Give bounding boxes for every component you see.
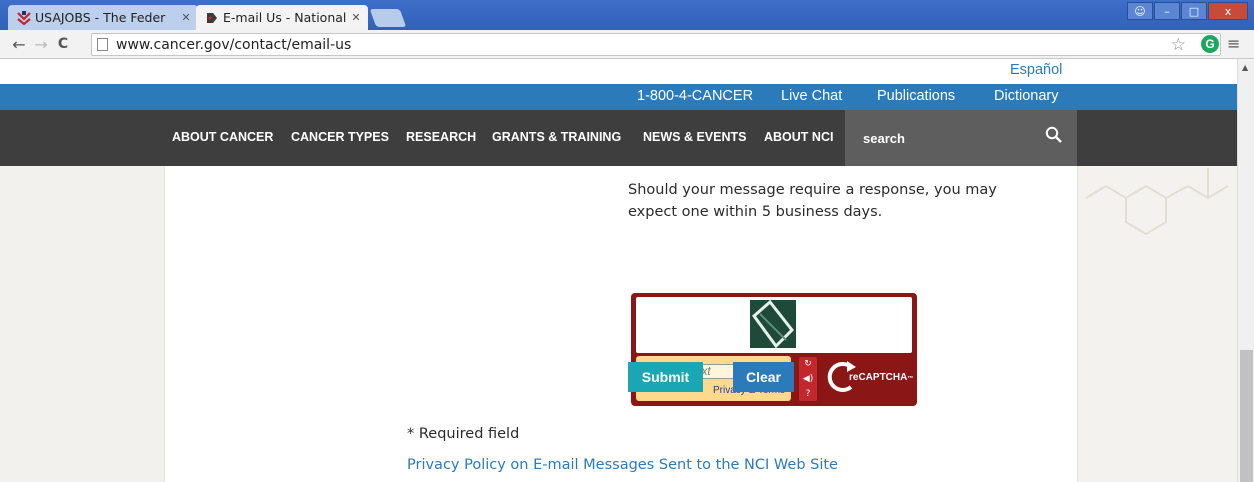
window-controls: ☺ – □ x: [1127, 2, 1248, 20]
required-field-note: * Required field: [407, 426, 520, 442]
nci-favicon-icon: [205, 11, 219, 25]
scrollbar-thumb[interactable]: [1240, 350, 1253, 482]
page-viewport: Español 1-800-4-CANCER Live Chat Publica…: [0, 59, 1237, 482]
user-icon[interactable]: ☺: [1127, 2, 1153, 20]
maximize-button[interactable]: □: [1181, 2, 1207, 20]
chrome-menu-icon[interactable]: ≡: [1227, 34, 1240, 53]
page-scrollbar[interactable]: ▲: [1237, 59, 1254, 482]
nav-research[interactable]: RESEARCH: [406, 130, 476, 144]
usajobs-favicon-icon: [17, 10, 31, 25]
site-search-input[interactable]: search: [845, 110, 1077, 166]
close-window-button[interactable]: x: [1208, 2, 1248, 20]
submit-button[interactable]: Submit: [628, 362, 703, 392]
captcha-image-area: [636, 297, 912, 353]
search-icon[interactable]: [1045, 126, 1063, 144]
main-nav: ABOUT CANCER CANCER TYPES RESEARCH GRANT…: [0, 110, 1237, 166]
address-bar[interactable]: www.cancer.gov/contact/email-us ☆: [91, 33, 1221, 56]
nav-about-nci[interactable]: ABOUT NCI: [764, 130, 833, 144]
nav-news-events[interactable]: NEWS & EVENTS: [643, 130, 747, 144]
tab-email-us[interactable]: E-mail Us - National I ✕: [196, 5, 368, 30]
privacy-policy-link[interactable]: Privacy Policy on E-mail Messages Sent t…: [407, 457, 838, 473]
browser-toolbar: ← → C www.cancer.gov/contact/email-us ☆: [0, 30, 1254, 59]
tab-title: USAJOBS - The Feder: [35, 10, 166, 25]
forward-arrow-icon[interactable]: →: [30, 35, 52, 54]
nav-grants-training[interactable]: GRANTS & TRAINING: [492, 130, 621, 144]
clear-button[interactable]: Clear: [733, 362, 794, 392]
recaptcha-brand: reCAPTCHA™: [849, 372, 914, 383]
molecule-decoration-icon: [1085, 168, 1229, 236]
tab-usajobs[interactable]: USAJOBS - The Feder ✕: [8, 5, 198, 30]
captcha-challenge-image: [750, 300, 796, 348]
nav-about-cancer[interactable]: ABOUT CANCER: [172, 130, 273, 144]
dictionary-link[interactable]: Dictionary: [994, 88, 1058, 104]
refresh-icon[interactable]: ↻: [804, 359, 812, 369]
molecule-background: [1078, 166, 1237, 482]
utility-nav: 1-800-4-CANCER Live Chat Publications Di…: [0, 84, 1237, 110]
response-note: Should your message require a response, …: [628, 182, 997, 220]
bookmark-star-icon[interactable]: ☆: [1171, 35, 1186, 55]
espanol-link[interactable]: Español: [1010, 62, 1062, 78]
content-panel: Should your message require a response, …: [164, 166, 1078, 482]
scroll-up-arrow-icon[interactable]: ▲: [1242, 63, 1248, 72]
back-arrow-icon[interactable]: ←: [8, 35, 30, 54]
new-tab-button[interactable]: [369, 9, 407, 27]
minimize-button[interactable]: –: [1154, 2, 1180, 20]
tab-close-icon[interactable]: ✕: [179, 11, 193, 24]
recaptcha-logo: reCAPTCHA™: [827, 359, 913, 399]
search-placeholder: search: [863, 131, 905, 146]
page-icon: [97, 38, 108, 51]
tab-title: E-mail Us - National I: [223, 10, 349, 25]
url-text: www.cancer.gov/contact/email-us: [116, 36, 352, 53]
live-chat-link[interactable]: Live Chat: [781, 88, 842, 104]
nav-cancer-types[interactable]: CANCER TYPES: [291, 130, 389, 144]
phone-link[interactable]: 1-800-4-CANCER: [637, 88, 753, 104]
audio-icon[interactable]: ◀): [803, 374, 813, 384]
tab-close-icon[interactable]: ✕: [349, 11, 363, 24]
tab-strip: USAJOBS - The Feder ✕ E-mail Us - Nation…: [0, 0, 1254, 30]
help-icon[interactable]: ?: [806, 389, 811, 399]
language-row: Español: [0, 59, 1237, 84]
publications-link[interactable]: Publications: [877, 88, 955, 104]
captcha-controls: ↻ ◀) ?: [799, 357, 817, 401]
grammarly-extension-icon[interactable]: G: [1201, 35, 1219, 53]
page-background-left: [0, 166, 164, 482]
reload-icon[interactable]: C: [52, 36, 74, 52]
